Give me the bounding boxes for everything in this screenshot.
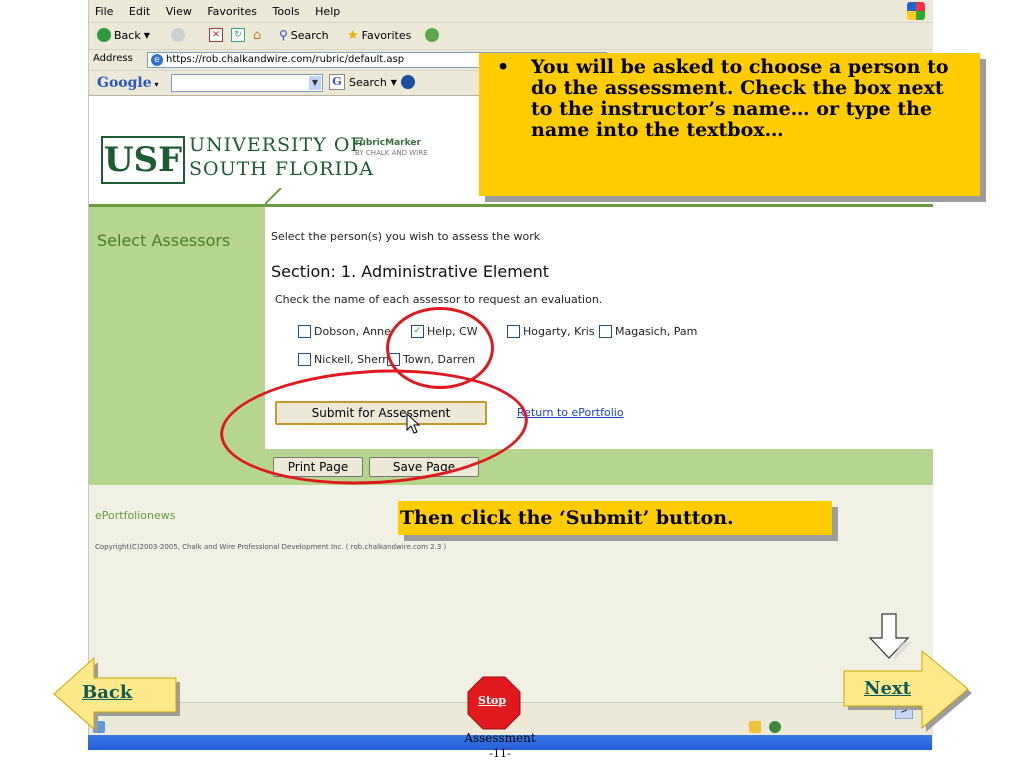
media-button[interactable] — [425, 28, 439, 42]
usf-logo: USF — [101, 136, 185, 184]
footer-link-eportfolio[interactable]: ePortfolio — [95, 509, 147, 522]
chevron-down-icon: ▼ — [390, 77, 397, 87]
home-button[interactable]: ⌂ — [253, 28, 261, 43]
return-to-eportfolio-link[interactable]: Return to ePortfolio — [517, 406, 624, 419]
search-toolbar-button[interactable]: ⚲ Search — [279, 28, 329, 42]
menu-edit[interactable]: Edit — [123, 0, 156, 18]
toolbar: Back ▼ ✕ ↻ ⌂ ⚲ Search ★ Favorites — [89, 23, 933, 50]
menu-tools[interactable]: Tools — [267, 0, 306, 18]
callout-text: You will be asked to choose a person to … — [531, 56, 949, 141]
home-icon: ⌂ — [253, 28, 262, 43]
university-line-1: UNIVERSITY OF — [189, 134, 365, 156]
sidebar-title: Select Assessors — [97, 231, 231, 250]
menu-view[interactable]: View — [160, 0, 198, 18]
assessor-name: Dobson, Anne — [314, 325, 391, 338]
product-name: rubricMarker — [355, 138, 421, 148]
lock-icon — [749, 721, 761, 733]
assessor-option[interactable]: Dobson, Anne — [298, 325, 391, 338]
media-icon — [425, 28, 439, 42]
ie-page-icon: e — [151, 54, 163, 66]
back-nav-button[interactable]: Back ▼ — [97, 28, 150, 42]
forward-arrow-icon — [171, 28, 185, 42]
assessor-checkbox[interactable] — [298, 353, 311, 366]
assessor-option[interactable]: Magasich, Pam — [599, 325, 697, 338]
callout-bullet: • — [497, 56, 510, 78]
refresh-button[interactable]: ↻ — [231, 28, 245, 42]
google-search-label: Search — [349, 75, 387, 89]
favorites-toolbar-button[interactable]: ★ Favorites — [347, 28, 411, 43]
assessor-name: Magasich, Pam — [615, 325, 698, 338]
pagerank-icon — [400, 75, 415, 89]
search-icon: ⚲ — [279, 28, 288, 42]
down-arrow-icon — [868, 613, 912, 662]
stop-load-button[interactable]: ✕ — [209, 28, 223, 42]
chevron-down-icon: ▼ — [309, 76, 321, 90]
back-arrow-icon — [97, 28, 111, 42]
intro-text: Select the person(s) you wish to assess … — [271, 230, 541, 243]
back-nav-label: Back — [114, 28, 141, 42]
assessor-checkbox[interactable] — [298, 325, 311, 338]
address-label: Address — [93, 53, 133, 64]
header-divider-wedge — [265, 188, 285, 204]
assessor-name: Nickell, Sherrie — [314, 353, 397, 366]
favorites-toolbar-label: Favorites — [361, 29, 412, 42]
stop-x-icon: ✕ — [209, 28, 223, 42]
menu-help[interactable]: Help — [309, 0, 346, 18]
instruction-callout-top: • You will be asked to choose a person t… — [479, 53, 980, 196]
menu-bar: File Edit View Favorites Tools Help — [89, 0, 933, 23]
chevron-down-icon: ▼ — [143, 30, 150, 40]
forward-nav-button[interactable] — [171, 28, 185, 42]
refresh-icon: ↻ — [231, 28, 245, 42]
next-slide-button[interactable]: Next — [864, 678, 911, 699]
google-search-button[interactable]: G Search ▼ — [329, 74, 415, 90]
section-title: Section: 1. Administrative Element — [271, 262, 550, 281]
chevron-down-icon: ▾ — [151, 79, 159, 89]
university-line-2: SOUTH FLORIDA — [189, 158, 375, 180]
menu-file[interactable]: File — [89, 0, 119, 18]
internet-zone-icon — [769, 721, 781, 733]
assessor-option[interactable]: Hogarty, Kris — [507, 325, 595, 338]
copyright-text: Copyright(C)2003-2005, Chalk and Wire Pr… — [95, 543, 447, 551]
stop-slide-button[interactable]: Stop — [478, 694, 506, 707]
star-icon: ★ — [347, 28, 359, 43]
assessor-checkbox[interactable] — [507, 325, 520, 338]
footer-link-news[interactable]: news — [147, 509, 175, 522]
google-logo[interactable]: Google ▾ — [97, 75, 158, 91]
google-g-icon: G — [329, 74, 345, 90]
google-search-input[interactable]: ▼ — [171, 74, 323, 92]
back-slide-button[interactable]: Back — [82, 682, 132, 703]
address-url: https://rob.chalkandwire.com/rubric/defa… — [166, 54, 405, 65]
search-toolbar-label: Search — [290, 28, 329, 42]
slide-title: Assessment — [464, 731, 536, 745]
assessor-checkbox[interactable] — [599, 325, 612, 338]
slide-number: -11- — [489, 747, 511, 760]
assessor-option[interactable]: Nickell, Sherrie — [298, 353, 397, 366]
instruction-text: Check the name of each assessor to reque… — [275, 293, 603, 306]
assessor-name: Hogarty, Kris — [523, 325, 595, 338]
menu-favorites[interactable]: Favorites — [201, 0, 263, 18]
instruction-callout-bottom: Then click the ‘Submit’ button. — [398, 501, 832, 535]
product-byline: BY CHALK AND WIRE — [355, 149, 428, 157]
windows-logo-icon — [907, 2, 925, 20]
